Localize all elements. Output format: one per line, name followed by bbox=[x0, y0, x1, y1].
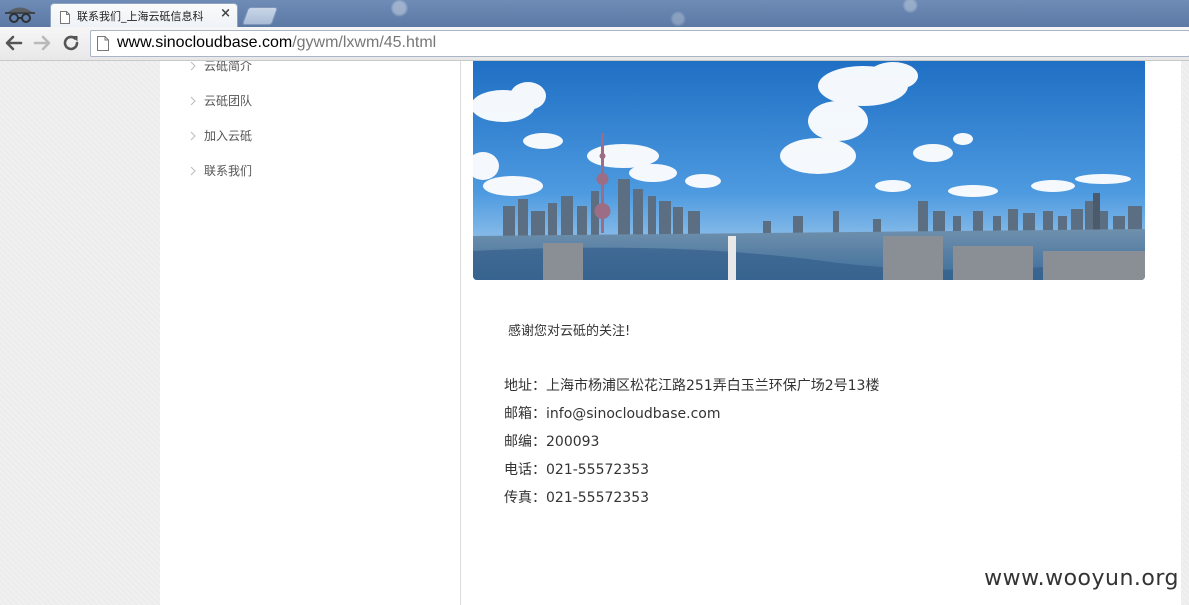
chevron-right-icon bbox=[190, 165, 196, 176]
forward-arrow-icon[interactable] bbox=[30, 31, 54, 55]
chevron-right-icon bbox=[190, 95, 196, 106]
tab-close-button[interactable]: × bbox=[220, 6, 231, 21]
watermark-text: www.wooyun.org bbox=[984, 566, 1179, 591]
postcode-text: 邮编：200093 bbox=[504, 434, 600, 450]
browser-tab-strip: 联系我们_上海云砥信息科 × bbox=[0, 0, 1189, 27]
email-text: 邮箱：info@sinocloudbase.com bbox=[504, 406, 721, 422]
sidebar-item-join[interactable]: 加入云砥 bbox=[190, 127, 252, 144]
address-bar[interactable]: www.sinocloudbase.com/gywm/lxwm/45.html bbox=[90, 30, 1189, 57]
url-host: www.sinocloudbase.com bbox=[117, 34, 293, 51]
page-viewport: 云砥简介 云砥团队 加入云砥 联系我们 感谢您对云砥的关注! 地址：上海市杨浦区… bbox=[0, 61, 1189, 605]
content-container: 云砥简介 云砥团队 加入云砥 联系我们 感谢您对云砥的关注! 地址：上海市杨浦区… bbox=[160, 61, 1181, 605]
vertical-divider bbox=[460, 61, 461, 605]
sidebar-item-label: 云砥团队 bbox=[204, 94, 253, 108]
fax-text: 传真：021-55572353 bbox=[504, 490, 650, 506]
sidebar-item-team[interactable]: 云砥团队 bbox=[190, 92, 252, 109]
sidebar-item-label: 加入云砥 bbox=[204, 129, 253, 143]
url-path: /gywm/lxwm/45.html bbox=[292, 34, 437, 51]
greeting-text: 感谢您对云砥的关注! bbox=[508, 324, 631, 339]
back-arrow-icon[interactable] bbox=[2, 31, 26, 55]
sidebar: 云砥简介 云砥团队 加入云砥 联系我们 bbox=[160, 61, 460, 605]
browser-toolbar: www.sinocloudbase.com/gywm/lxwm/45.html bbox=[0, 27, 1189, 61]
url-text[interactable]: www.sinocloudbase.com/gywm/lxwm/45.html bbox=[117, 34, 436, 52]
page-icon bbox=[97, 36, 109, 55]
address-text: 地址：上海市杨浦区松花江路251弄白玉兰环保广场2号13楼 bbox=[504, 378, 880, 394]
new-tab-button[interactable] bbox=[241, 7, 279, 25]
browser-tab-active[interactable]: 联系我们_上海云砥信息科 × bbox=[50, 3, 238, 27]
sidebar-item-label: 云砥简介 bbox=[204, 61, 253, 73]
sidebar-item-contact[interactable]: 联系我们 bbox=[190, 162, 252, 179]
reload-icon[interactable] bbox=[59, 31, 83, 55]
page-icon bbox=[60, 9, 70, 24]
incognito-icon bbox=[2, 1, 38, 25]
phone-text: 电话：021-55572353 bbox=[504, 462, 650, 478]
sidebar-item-label: 联系我们 bbox=[204, 164, 253, 178]
banner-image bbox=[473, 61, 1145, 280]
chevron-right-icon bbox=[190, 61, 196, 71]
chevron-right-icon bbox=[190, 130, 196, 141]
sidebar-item-about[interactable]: 云砥简介 bbox=[190, 61, 252, 74]
